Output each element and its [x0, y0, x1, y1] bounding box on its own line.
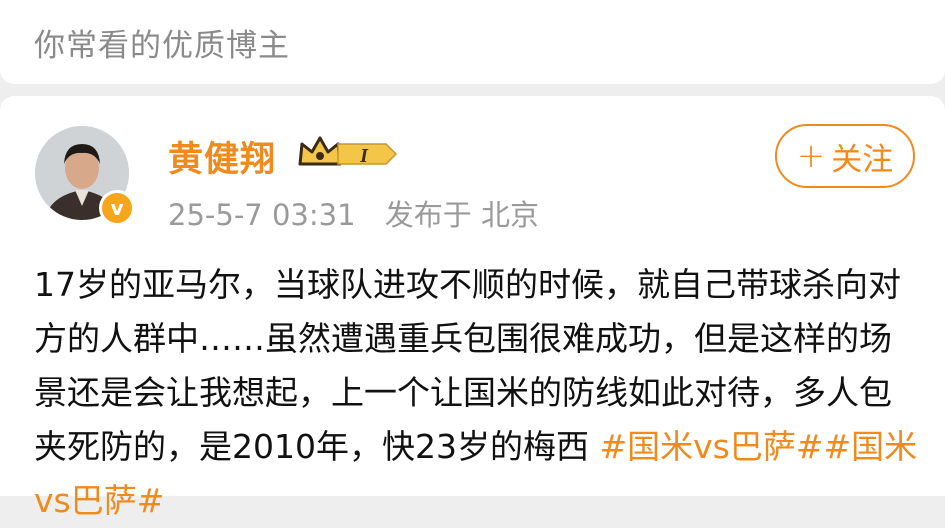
post-content: 17岁的亚马尔，当球队进攻不顺的时候，就自己带球杀向对方的人群中……虽然遭遇重兵… [34, 258, 919, 528]
follow-label: 关注 [831, 141, 894, 178]
post-source: 发布于 北京 [384, 198, 539, 232]
author-name[interactable]: 黄健翔 [168, 131, 276, 182]
follow-button[interactable]: + 关注 [775, 124, 915, 188]
section-header-card: 你常看的优质博主 [0, 0, 945, 84]
hashtag-link[interactable]: #国米vs巴萨# [599, 427, 823, 466]
badge-level-text: I [359, 145, 369, 167]
section-title: 你常看的优质博主 [34, 28, 290, 64]
plus-icon: + [796, 136, 826, 176]
post-meta: 25-5-7 03:31 发布于 北京 [168, 192, 559, 234]
post-card: v 黄健翔 I 25-5-7 03:31 发布于 北京 + 关注 17岁的亚马尔… [0, 96, 945, 520]
crown-icon: I [298, 136, 398, 167]
member-crown-badge[interactable]: I [298, 134, 398, 178]
post-body-tail: 快23岁的梅西 [381, 427, 600, 466]
verified-badge-icon: v [99, 190, 135, 226]
post-timestamp: 25-5-7 03:31 [168, 198, 356, 232]
